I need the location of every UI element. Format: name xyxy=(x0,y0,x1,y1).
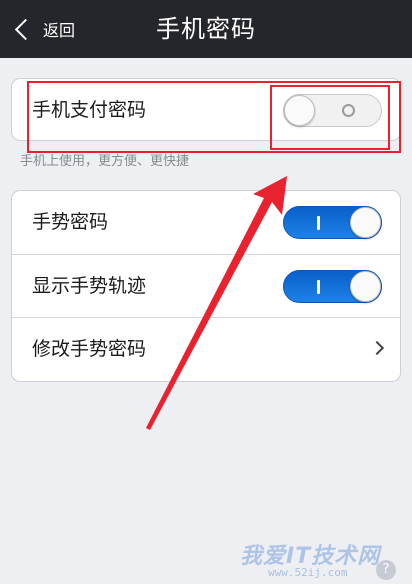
show-gesture-trail-toggle[interactable] xyxy=(283,270,382,303)
show-gesture-trail-row: 显示手势轨迹 xyxy=(12,254,400,317)
navigation-bar: 返回 手机密码 xyxy=(0,0,412,58)
watermark-url: www.52ij.com xyxy=(268,566,348,579)
help-icon[interactable]: ? xyxy=(376,560,396,580)
gesture-password-label: 手势密码 xyxy=(32,211,109,233)
gesture-password-toggle[interactable] xyxy=(283,206,382,239)
highlight-box-toggle xyxy=(270,85,390,150)
gesture-password-row: 手势密码 xyxy=(12,191,400,254)
toggle-knob xyxy=(350,271,381,302)
change-gesture-password-row[interactable]: 修改手势密码 xyxy=(12,317,400,380)
show-gesture-trail-label: 显示手势轨迹 xyxy=(32,275,147,297)
chevron-right-icon xyxy=(369,340,385,356)
toggle-on-icon xyxy=(317,216,320,230)
toggle-on-icon xyxy=(317,280,320,294)
gesture-settings-card: 手势密码 显示手势轨迹 修改手势密码 xyxy=(11,190,401,382)
page-title: 手机密码 xyxy=(156,15,256,43)
change-gesture-password-label: 修改手势密码 xyxy=(32,338,147,360)
toggle-knob xyxy=(350,207,381,238)
